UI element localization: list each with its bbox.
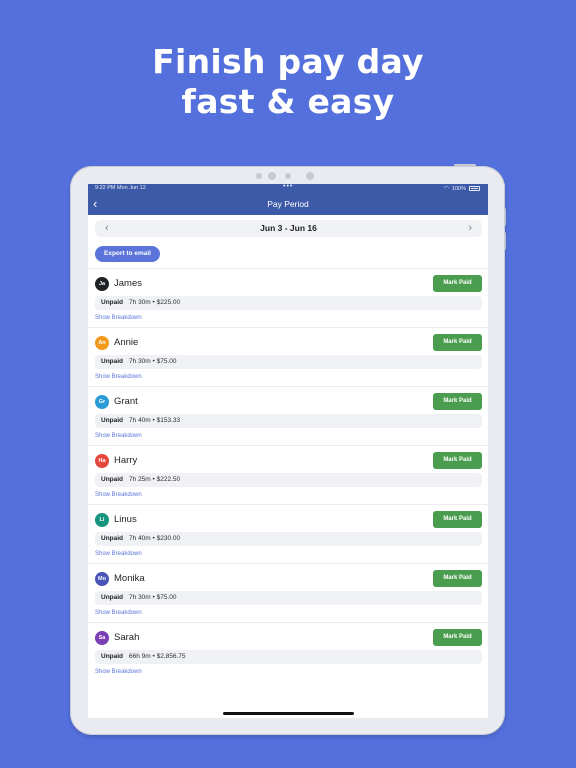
mark-paid-button[interactable]: Mark Paid	[433, 275, 482, 292]
employee-row: Sa Sarah Mark Paid Unpaid 66h 9m • $2,856.75…	[88, 622, 488, 681]
status-right: ◠ 100%	[444, 185, 480, 192]
avatar: Ha	[95, 454, 109, 468]
payment-status: Unpaid	[101, 653, 124, 660]
headline: Finish pay day fast & easy	[0, 42, 576, 122]
avatar: An	[95, 336, 109, 350]
export-to-email-button[interactable]: Export to email	[95, 246, 160, 262]
mark-paid-button[interactable]: Mark Paid	[433, 511, 482, 528]
status-dots: •••	[283, 184, 294, 190]
battery-icon	[469, 186, 480, 191]
home-indicator	[223, 712, 354, 715]
pay-summary: Unpaid 7h 30m • $225.00	[95, 296, 482, 310]
employee-row: Ja James Mark Paid Unpaid 7h 30m • $225.00 Sh…	[88, 268, 488, 327]
headline-line-2: fast & easy	[181, 82, 395, 121]
sensor-dot	[285, 173, 291, 179]
pay-period-selector: ‹ Jun 3 - Jun 16 ›	[95, 220, 482, 237]
pay-summary: Unpaid 7h 30m • $75.00	[95, 355, 482, 369]
hours-and-amount: 7h 40m • $230.00	[129, 535, 181, 542]
hours-and-amount: 7h 30m • $225.00	[129, 299, 181, 306]
next-period-icon[interactable]: ›	[468, 221, 472, 235]
employee-row: Mo Monika Mark Paid Unpaid 7h 30m • $75.00 Sh…	[88, 563, 488, 622]
employee-row: Li Linus Mark Paid Unpaid 7h 40m • $230.00 Sh…	[88, 504, 488, 563]
pay-summary: Unpaid 7h 25m • $222.50	[95, 473, 482, 487]
sensor-dot	[256, 173, 262, 179]
wifi-icon: ◠	[443, 186, 449, 192]
employee-name: Annie	[114, 337, 139, 348]
camera-icon	[268, 172, 276, 180]
pay-summary: Unpaid 7h 30m • $75.00	[95, 591, 482, 605]
avatar: Gr	[95, 395, 109, 409]
hours-and-amount: 66h 9m • $2,856.75	[129, 653, 186, 660]
headline-line-1: Finish pay day	[152, 42, 424, 81]
battery-percent: 100%	[451, 185, 466, 192]
avatar: Mo	[95, 572, 109, 586]
avatar: Sa	[95, 631, 109, 645]
payment-status: Unpaid	[101, 358, 124, 365]
employee-name: James	[114, 278, 142, 289]
hours-and-amount: 7h 40m • $153.33	[129, 417, 181, 424]
pay-summary: Unpaid 7h 40m • $230.00	[95, 532, 482, 546]
hours-and-amount: 7h 25m • $222.50	[129, 476, 181, 483]
payment-status: Unpaid	[101, 417, 124, 424]
employee-name: Linus	[114, 514, 137, 525]
employee-row: Gr Grant Mark Paid Unpaid 7h 40m • $153.33 Sh…	[88, 386, 488, 445]
show-breakdown-link[interactable]: Show Breakdown	[95, 551, 142, 557]
mark-paid-button[interactable]: Mark Paid	[433, 393, 482, 410]
show-breakdown-link[interactable]: Show Breakdown	[95, 610, 142, 616]
pay-summary: Unpaid 7h 40m • $153.33	[95, 414, 482, 428]
payment-status: Unpaid	[101, 535, 124, 542]
avatar: Li	[95, 513, 109, 527]
payment-status: Unpaid	[101, 594, 124, 601]
navigation-bar: 9:22 PM Mon Jun 12 ••• ◠ 100% ‹ Pay Peri…	[88, 184, 488, 215]
employee-row: Ha Harry Mark Paid Unpaid 7h 25m • $222.50 Sh…	[88, 445, 488, 504]
show-breakdown-link[interactable]: Show Breakdown	[95, 433, 142, 439]
employee-name: Harry	[114, 455, 138, 466]
hours-and-amount: 7h 30m • $75.00	[129, 594, 177, 601]
mark-paid-button[interactable]: Mark Paid	[433, 629, 482, 646]
payment-status: Unpaid	[101, 476, 124, 483]
employee-name: Monika	[114, 573, 145, 584]
pay-summary: Unpaid 66h 9m • $2,856.75	[95, 650, 482, 664]
employee-name: Sarah	[114, 632, 140, 643]
app-screen: 9:22 PM Mon Jun 12 ••• ◠ 100% ‹ Pay Peri…	[88, 184, 488, 718]
show-breakdown-link[interactable]: Show Breakdown	[95, 492, 142, 498]
show-breakdown-link[interactable]: Show Breakdown	[95, 315, 142, 321]
mark-paid-button[interactable]: Mark Paid	[433, 334, 482, 351]
employee-name: Grant	[114, 396, 138, 407]
show-breakdown-link[interactable]: Show Breakdown	[95, 669, 142, 675]
page-title: Pay Period	[267, 199, 309, 209]
payment-status: Unpaid	[101, 299, 124, 306]
mark-paid-button[interactable]: Mark Paid	[433, 570, 482, 587]
mark-paid-button[interactable]: Mark Paid	[433, 452, 482, 469]
period-label: Jun 3 - Jun 16	[260, 223, 317, 233]
status-time: 9:22 PM Mon Jun 12	[95, 185, 146, 191]
sensor-dot	[306, 172, 314, 180]
avatar: Ja	[95, 277, 109, 291]
show-breakdown-link[interactable]: Show Breakdown	[95, 374, 142, 380]
hours-and-amount: 7h 30m • $75.00	[129, 358, 177, 365]
employee-row: An Annie Mark Paid Unpaid 7h 30m • $75.00 Sho…	[88, 327, 488, 386]
